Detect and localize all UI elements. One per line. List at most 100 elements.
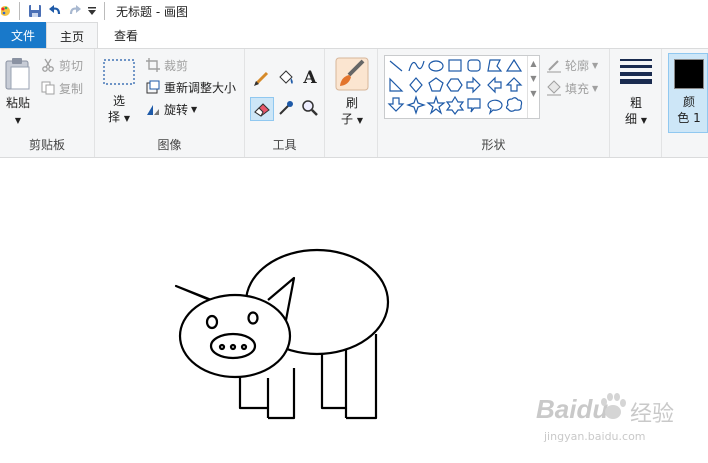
ribbon: 粘贴 ▼ 剪切 复制 剪贴板 选 择 ▼ 裁剪 重新调整大小 旋转 ▼ 图像 A… (0, 48, 708, 158)
rotate-label: 旋转 (164, 102, 189, 117)
paste-icon (5, 58, 30, 90)
copy-label: 复制 (59, 81, 84, 96)
gallery-down-icon[interactable]: ▼ (528, 71, 539, 86)
outline-pen-icon (546, 57, 562, 73)
copy-button[interactable]: 复制 (40, 78, 83, 98)
pig-head (178, 293, 292, 379)
outline-label: 轮廓 (565, 58, 590, 73)
fill-bucket-disabled-icon (546, 80, 562, 96)
pig-rear-leg-left (320, 350, 348, 410)
oval-callout-shape-icon (487, 99, 503, 115)
down-arrow-shape-icon (387, 97, 405, 112)
cut-button[interactable]: 剪切 (40, 55, 83, 75)
color1-label-2: 色 1 (677, 111, 701, 125)
drawing-canvas[interactable]: Baidu 经验 jingyan.baidu.com (0, 158, 708, 463)
select-label-2: 择 ▼ (108, 110, 130, 124)
gallery-up-icon[interactable]: ▲ (528, 56, 539, 71)
shapes-gallery-icons (387, 58, 523, 115)
color1-button[interactable]: 颜 色 1 (668, 53, 708, 133)
title-bar: 无标题 - 画图 (0, 0, 708, 22)
fill-bucket-button[interactable] (275, 67, 297, 89)
image-group-label: 图像 (157, 138, 182, 152)
gallery-more-icon[interactable]: ▼ (528, 86, 539, 101)
eraser-button[interactable] (250, 97, 274, 121)
right-arrow-shape-icon (466, 76, 481, 94)
window-title: 无标题 - 画图 (116, 4, 188, 19)
color-picker-button[interactable] (275, 97, 297, 119)
clipboard-group: 粘贴 ▼ 剪切 复制 剪贴板 (0, 49, 95, 157)
color1-swatch (674, 59, 704, 89)
cloud-callout-shape-icon (505, 97, 523, 112)
rotate-icon (145, 101, 161, 117)
oval-shape-icon (428, 60, 444, 72)
watermark-url: jingyan.baidu.com (544, 430, 646, 443)
select-label-1: 选 (112, 94, 125, 108)
rectangle-shape-icon (448, 59, 462, 72)
diamond-shape-icon (409, 77, 423, 93)
rounded-rectangle-shape-icon (467, 59, 481, 72)
undo-icon[interactable] (45, 2, 65, 20)
up-arrow-shape-icon (505, 77, 523, 92)
rotate-button[interactable]: 旋转 ▼ (145, 99, 197, 119)
scissors-icon (40, 57, 56, 73)
polygon-shape-icon (487, 59, 503, 72)
outline-button[interactable]: 轮廓 ▼ (546, 55, 598, 75)
tab-home[interactable]: 主页 (46, 22, 98, 49)
qa-separator (19, 2, 20, 20)
right-triangle-shape-icon (389, 77, 404, 92)
brushes-label-1: 刷 (345, 96, 358, 110)
save-icon[interactable] (25, 2, 45, 20)
tools-group-label: 工具 (272, 138, 297, 152)
shapes-group: ▲ ▼ ▼ 轮廓 ▼ 填充 ▼ 形状 (378, 49, 610, 157)
customize-qa-dropdown-icon[interactable] (85, 2, 99, 20)
eyedropper-icon (279, 101, 293, 115)
six-point-star-shape-icon (445, 95, 465, 115)
fill-label: 填充 (565, 81, 590, 96)
cut-label: 剪切 (59, 58, 84, 73)
clipboard-group-label: 剪贴板 (28, 138, 65, 152)
pencil-button[interactable] (251, 67, 273, 89)
tools-group: A 工具 (245, 49, 325, 157)
resize-label: 重新调整大小 (164, 80, 237, 95)
image-group: 选 择 ▼ 裁剪 重新调整大小 旋转 ▼ 图像 (95, 49, 245, 157)
pentagon-shape-icon (428, 77, 444, 92)
curve-shape-icon (408, 60, 425, 72)
pencil-icon (254, 71, 269, 86)
qa-separator (104, 2, 105, 20)
copy-icon (40, 80, 56, 96)
baidu-watermark: Baidu 经验 jingyan.baidu.com (536, 393, 706, 456)
crop-button[interactable]: 裁剪 (145, 55, 188, 75)
pig-front-leg-right (268, 368, 296, 420)
magnifier-button[interactable] (299, 97, 321, 119)
size-label-2: 细 ▼ (625, 112, 647, 126)
ribbon-tabs: 文件 主页 查看 (0, 22, 708, 49)
size-button[interactable]: 粗 细 ▼ (616, 55, 656, 127)
outline-dropdown-icon: ▼ (592, 60, 599, 70)
gallery-scroll[interactable]: ▲ ▼ ▼ (527, 56, 539, 118)
color1-label-1: 颜 (682, 95, 695, 109)
brushes-button[interactable]: 刷 子 ▼ (333, 55, 371, 127)
brushes-group: 刷 子 ▼ (325, 49, 378, 157)
paint-app-icon[interactable] (0, 2, 14, 20)
size-group: 粗 细 ▼ (610, 49, 662, 157)
fill-button[interactable]: 填充 ▼ (546, 78, 598, 98)
resize-icon (145, 79, 161, 95)
shapes-gallery[interactable]: ▲ ▼ ▼ (384, 55, 540, 119)
paste-dropdown-icon: ▼ (14, 116, 22, 125)
tab-view[interactable]: 查看 (100, 22, 152, 48)
triangle-shape-icon (505, 58, 523, 72)
hexagon-shape-icon (446, 78, 463, 92)
paste-button[interactable]: 粘贴 ▼ (2, 55, 34, 125)
select-button[interactable]: 选 择 ▼ (102, 57, 136, 127)
paste-label: 粘贴 (5, 96, 30, 110)
redo-icon[interactable] (65, 2, 85, 20)
watermark-brand-cn: 经验 (630, 402, 675, 427)
crop-icon (145, 57, 161, 73)
eraser-icon (254, 103, 270, 117)
tab-file[interactable]: 文件 (0, 22, 46, 48)
fill-bucket-icon (279, 70, 293, 84)
brushes-label-2: 子 ▼ (341, 112, 363, 126)
text-button[interactable]: A (299, 67, 321, 89)
resize-button[interactable]: 重新调整大小 (145, 77, 236, 97)
line-thickness-icon (620, 59, 652, 84)
